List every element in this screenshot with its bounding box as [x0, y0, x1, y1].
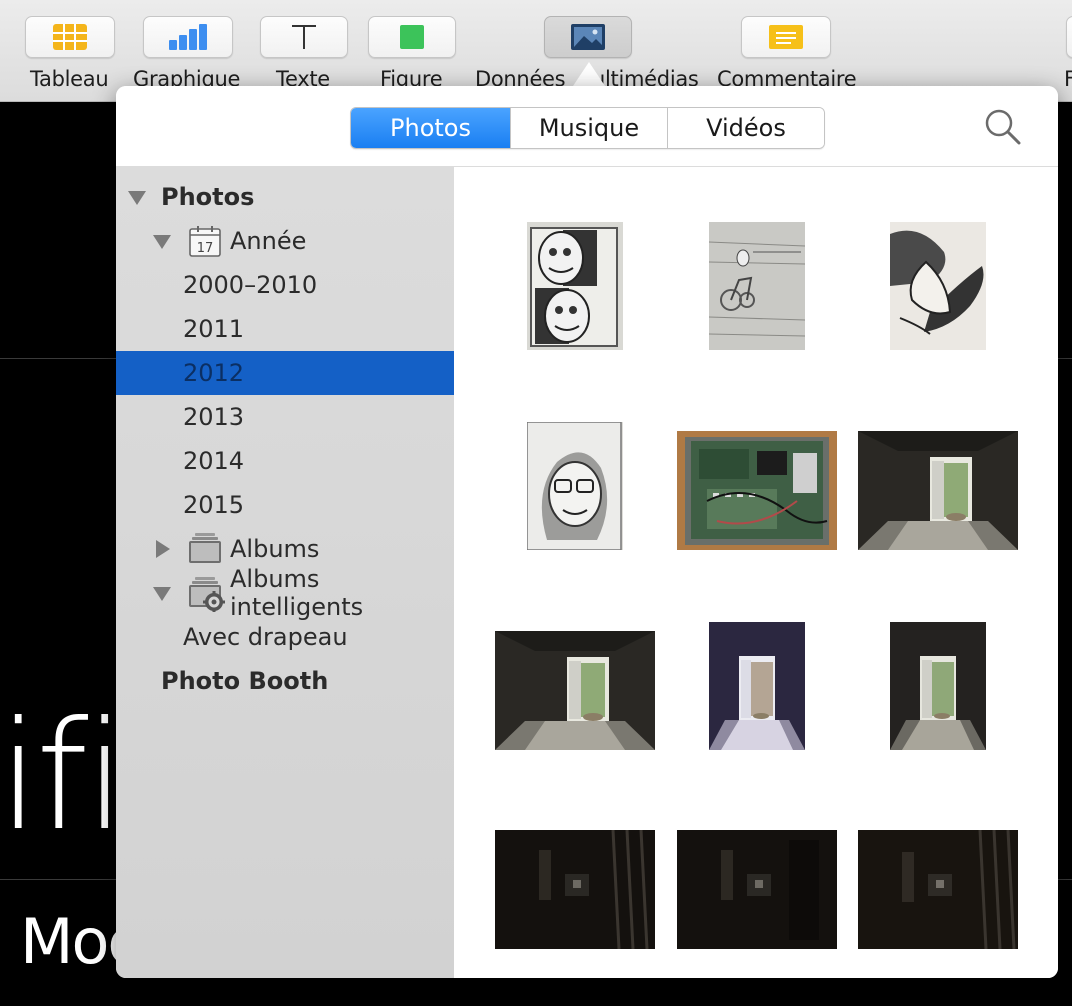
text-icon: [292, 25, 316, 49]
comment-icon: [769, 25, 803, 49]
shape-icon: [400, 25, 424, 49]
photo-thumbnail[interactable]: [527, 422, 623, 550]
media-button[interactable]: [544, 16, 632, 58]
sidebar-item-label: Albums: [230, 535, 320, 563]
sidebar-item-annee[interactable]: 17 Année: [116, 219, 454, 263]
disclosure-down-icon[interactable]: [153, 587, 171, 601]
media-icon: [571, 24, 605, 50]
sidebar-item-label: Année: [230, 227, 307, 255]
calendar-day: 17: [197, 241, 214, 256]
popover-arrow: [573, 62, 605, 86]
sidebar-item-photos[interactable]: Photos: [116, 175, 454, 219]
photo-thumbnail[interactable]: [890, 622, 986, 750]
photo-grid: [455, 167, 1058, 978]
toolbar-media[interactable]: [544, 16, 632, 58]
table-icon: [53, 24, 87, 50]
sidebar-item-year-2015[interactable]: 2015: [116, 483, 454, 527]
extra-label: F: [1064, 67, 1072, 91]
sidebar-item-label: 2013: [183, 403, 245, 431]
toolbar-comment[interactable]: [741, 16, 831, 58]
photo-thumbnail[interactable]: [709, 622, 805, 750]
photo-thumbnail[interactable]: [709, 222, 805, 350]
sidebar-item-label: 2011: [183, 315, 245, 343]
toolbar-shape[interactable]: [368, 16, 456, 58]
sidebar-item-label: 2015: [183, 491, 245, 519]
media-type-segmented-control: Photos Musique Vidéos: [350, 107, 825, 149]
source-list-sidebar: Photos 17 Année 2000–2010 2011 2012 2013: [116, 167, 454, 978]
sidebar-item-year-2014[interactable]: 2014: [116, 439, 454, 483]
tab-photos[interactable]: Photos: [351, 108, 510, 148]
text-button[interactable]: [260, 16, 348, 58]
sidebar-item-year-2011[interactable]: 2011: [116, 307, 454, 351]
disclosure-right-icon[interactable]: [156, 540, 170, 558]
media-type-bar: Photos Musique Vidéos: [116, 86, 1058, 167]
tab-music[interactable]: Musique: [510, 108, 667, 148]
sidebar-item-label: Photo Booth: [161, 667, 329, 695]
shape-button[interactable]: [368, 16, 456, 58]
chart-button[interactable]: [143, 16, 233, 58]
sidebar-item-label: 2012: [183, 359, 245, 387]
search-icon[interactable]: [982, 106, 1024, 148]
disclosure-down-icon[interactable]: [128, 191, 146, 205]
chart-icon: [169, 24, 207, 50]
photo-thumbnail[interactable]: [890, 222, 986, 350]
sidebar-item-label: Photos: [161, 183, 255, 211]
photo-thumbnail[interactable]: [495, 631, 655, 750]
album-stack-icon: [189, 533, 221, 563]
media-browser-popover: Photos Musique Vidéos Photos 17 Année 20…: [116, 86, 1058, 978]
table-label: Tableau: [30, 67, 109, 91]
smart-album-gear-icon: [189, 577, 225, 612]
sidebar-item-label: Albums intelligents: [230, 565, 364, 621]
sidebar-item-label: 2000–2010: [183, 271, 318, 299]
toolbar-table[interactable]: [25, 16, 115, 58]
photo-thumbnail[interactable]: [527, 222, 623, 350]
toolbar-extra[interactable]: [1066, 16, 1072, 58]
sidebar-item-year-2013[interactable]: 2013: [116, 395, 454, 439]
photo-thumbnail[interactable]: [858, 830, 1018, 949]
photo-thumbnail[interactable]: [495, 830, 655, 949]
photo-thumbnail[interactable]: [677, 431, 837, 550]
extra-button[interactable]: [1066, 16, 1072, 58]
toolbar-chart[interactable]: [143, 16, 233, 58]
sidebar-item-photo-booth[interactable]: Photo Booth: [116, 659, 454, 703]
sidebar-item-flagged[interactable]: Avec drapeau: [116, 615, 454, 659]
sidebar-item-year-2000-2010[interactable]: 2000–2010: [116, 263, 454, 307]
tab-videos[interactable]: Vidéos: [667, 108, 824, 148]
toolbar-text[interactable]: [260, 16, 348, 58]
comment-button[interactable]: [741, 16, 831, 58]
disclosure-down-icon[interactable]: [153, 235, 171, 249]
sidebar-item-label: Avec drapeau: [183, 623, 348, 651]
photo-thumbnail[interactable]: [858, 431, 1018, 550]
sidebar-item-label: 2014: [183, 447, 245, 475]
sidebar-item-year-2012[interactable]: 2012: [116, 351, 454, 395]
photo-thumbnail[interactable]: [677, 830, 837, 949]
sidebar-item-smart-albums[interactable]: Albums intelligents: [116, 565, 454, 621]
calendar-icon: 17: [189, 226, 221, 257]
table-button[interactable]: [25, 16, 115, 58]
